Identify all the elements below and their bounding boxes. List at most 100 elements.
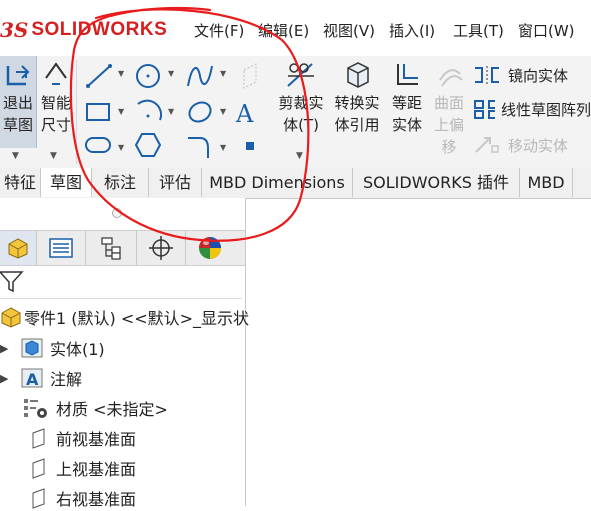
part-cube-icon bbox=[8, 238, 28, 259]
property-manager-tab[interactable] bbox=[37, 231, 86, 265]
tab-solidworks-addins[interactable]: SOLIDWORKS 插件 bbox=[353, 168, 520, 197]
mirror-entities-button[interactable]: 镜向实体 bbox=[472, 62, 591, 88]
svg-text:▼: ▼ bbox=[220, 143, 227, 152]
tab-mbd[interactable]: MBD bbox=[520, 168, 573, 197]
expand-arrow-icon[interactable]: ▶ bbox=[0, 372, 20, 385]
mirror-icon bbox=[475, 66, 499, 84]
polygon-icon[interactable] bbox=[134, 133, 162, 157]
exit-sketch-label-2: 草图 bbox=[2, 116, 33, 134]
svg-text:A: A bbox=[235, 100, 254, 128]
linear-sketch-pattern-button[interactable]: 线性草图阵列 bbox=[472, 96, 591, 122]
menu-window[interactable]: 窗口(W) bbox=[518, 20, 575, 41]
circle-icon[interactable]: ▼ bbox=[136, 64, 175, 88]
tree-item-annotations[interactable]: ▶ A 注解 bbox=[0, 365, 82, 391]
svg-text:A: A bbox=[26, 370, 39, 389]
smart-dimension-button[interactable]: 智能 尺寸 bbox=[38, 56, 74, 148]
material-icon bbox=[24, 399, 47, 418]
tab-evaluate[interactable]: 评估 bbox=[149, 168, 202, 197]
plane-icon bbox=[32, 458, 45, 479]
menu-file[interactable]: 文件(F) bbox=[194, 20, 244, 41]
configuration-manager-tab[interactable] bbox=[86, 231, 137, 265]
annotation-icon: A bbox=[21, 368, 43, 389]
offset-label-2: 实体 bbox=[391, 116, 422, 134]
command-manager-ribbon: 退出 草图 ▼ 智能 尺寸 ▼ ▼ ▼ ▼ ▼ ▼ ▼ A ▼ ▼ 剪裁实 体(… bbox=[0, 56, 591, 169]
offset-entities-button[interactable]: 等距 实体 bbox=[386, 56, 428, 148]
tab-markup[interactable]: 标注 bbox=[92, 168, 149, 197]
exit-sketch-button[interactable]: 退出 草图 bbox=[0, 56, 37, 148]
front-plane-label: 前视基准面 bbox=[56, 430, 137, 449]
fillet-icon[interactable]: ▼ bbox=[188, 137, 227, 158]
arc-icon[interactable]: ▼ bbox=[137, 99, 175, 121]
dimxpert-manager-tab[interactable] bbox=[137, 231, 186, 265]
exit-sketch-label-1: 退出 bbox=[2, 94, 33, 112]
menu-view[interactable]: 视图(V) bbox=[323, 20, 375, 41]
svg-text:▼: ▼ bbox=[118, 143, 125, 152]
tree-item-front-plane[interactable]: 前视基准面 bbox=[28, 425, 136, 451]
point-icon[interactable] bbox=[246, 142, 254, 150]
smart-dimension-label-2: 尺寸 bbox=[40, 116, 71, 134]
offset-on-surface-button[interactable]: 曲面 上偏 移 bbox=[430, 56, 468, 164]
menu-edit[interactable]: 编辑(E) bbox=[258, 20, 309, 41]
slot-icon[interactable]: ▼ bbox=[85, 137, 125, 153]
command-manager-tabs: 特征 草图 标注 评估 MBD Dimensions SOLIDWORKS 插件… bbox=[0, 168, 591, 199]
svg-text:▼: ▼ bbox=[220, 107, 227, 116]
feature-tree-tab[interactable] bbox=[0, 231, 37, 265]
text-icon[interactable]: A bbox=[235, 100, 254, 128]
offset-surface-label-3: 移 bbox=[441, 138, 457, 156]
tab-features[interactable]: 特征 bbox=[0, 168, 41, 197]
rectangle-icon[interactable]: ▼ bbox=[86, 103, 125, 121]
ribbon-separator bbox=[76, 60, 77, 164]
trim-icon bbox=[287, 63, 314, 87]
linear-pattern-icon bbox=[474, 100, 495, 119]
solid-bodies-label: 实体(1) bbox=[50, 340, 105, 359]
solidworks-logo: 3S SOLIDWORKS bbox=[0, 16, 167, 44]
exit-sketch-dropdown[interactable]: ▼ bbox=[0, 148, 36, 166]
filter-icon[interactable] bbox=[0, 269, 24, 293]
convert-label-2: 体引用 bbox=[334, 116, 380, 134]
trim-label-1: 剪裁实 bbox=[278, 94, 324, 112]
filter-row bbox=[0, 264, 242, 299]
part-icon bbox=[1, 307, 21, 328]
offset-entities-icon bbox=[397, 64, 418, 85]
offset-label-1: 等距 bbox=[391, 94, 422, 112]
top-plane-label: 上视基准面 bbox=[56, 460, 137, 479]
trim-label-2: 体(T) bbox=[283, 116, 319, 134]
svg-text:▼: ▼ bbox=[118, 69, 125, 78]
tree-item-top-plane[interactable]: 上视基准面 bbox=[28, 455, 136, 481]
spline-icon[interactable]: ▼ bbox=[187, 65, 227, 87]
linear-pattern-label: 线性草图阵列 bbox=[500, 100, 591, 119]
trim-entities-button[interactable]: 剪裁实 体(T) bbox=[276, 56, 326, 148]
move-entities-button[interactable]: 移动实体 bbox=[472, 132, 591, 158]
tab-mbd-dimensions[interactable]: MBD Dimensions bbox=[202, 168, 353, 197]
menu-tools[interactable]: 工具(T) bbox=[453, 20, 504, 41]
convert-entities-button[interactable]: 转换实 体引用 bbox=[330, 56, 384, 148]
offset-surface-label-2: 上偏 bbox=[433, 116, 464, 134]
ellipse-icon[interactable]: ▼ bbox=[186, 99, 227, 126]
line-icon[interactable]: ▼ bbox=[86, 64, 125, 88]
tree-item-solid-bodies[interactable]: ▶ 实体(1) bbox=[0, 335, 105, 361]
tree-item-right-plane[interactable]: 右视基准面 bbox=[28, 485, 136, 511]
chevron-down-icon: ▼ bbox=[296, 151, 303, 161]
tree-root-part[interactable]: 零件1 (默认) <<默认>_显示状 bbox=[0, 304, 249, 330]
offset-surface-label-1: 曲面 bbox=[433, 94, 464, 112]
smart-dimension-icon bbox=[45, 62, 67, 85]
panel-grip-icon[interactable] bbox=[112, 208, 122, 218]
smart-dimension-dropdown[interactable]: ▼ bbox=[38, 148, 74, 166]
appearance-sphere-icon bbox=[199, 237, 221, 259]
offset-on-surface-icon bbox=[439, 69, 463, 87]
menu-insert[interactable]: 插入(I) bbox=[389, 20, 435, 41]
svg-text:▼: ▼ bbox=[168, 69, 175, 78]
display-manager-tab[interactable] bbox=[186, 231, 234, 265]
logo-text: SOLIDWORKS bbox=[31, 19, 168, 40]
trim-dropdown[interactable]: ▼ bbox=[276, 148, 326, 166]
feature-manager-tab-bar bbox=[0, 230, 245, 266]
move-entities-icon bbox=[475, 137, 499, 153]
move-label: 移动实体 bbox=[508, 136, 569, 155]
tab-sketch[interactable]: 草图 bbox=[41, 168, 92, 197]
material-label: 材质 <未指定> bbox=[56, 400, 168, 419]
solid-body-icon bbox=[21, 338, 43, 358]
tree-item-material[interactable]: 材质 <未指定> bbox=[20, 395, 168, 421]
title-bar: 3S SOLIDWORKS 文件(F) 编辑(E) 视图(V) 插入(I) 工具… bbox=[0, 0, 591, 62]
expand-arrow-icon[interactable]: ▶ bbox=[0, 342, 20, 355]
svg-text:▼: ▼ bbox=[118, 107, 125, 116]
